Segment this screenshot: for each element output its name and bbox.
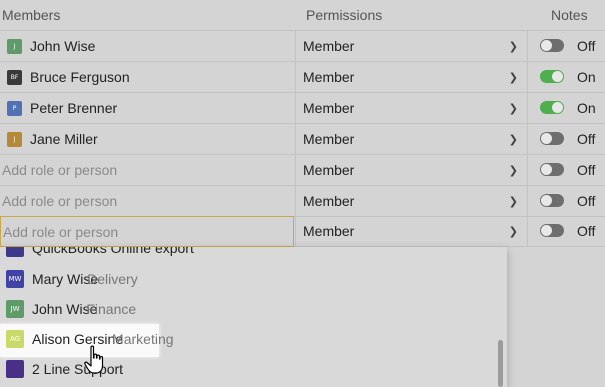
add-member-placeholder: Add role or person [2,193,118,209]
add-member-input[interactable]: Add role or person [0,155,294,185]
chevron-down-icon: ❯ [508,102,518,115]
suggestion-department: Marketing [112,331,174,347]
permissions-column-header: Permissions [306,7,383,23]
table-row: J John Wise Member ❯ Off [0,31,605,62]
member-suggestions-dropdown: QuickBooks Online export MW Mary Wise De… [0,247,507,387]
notes-toggle[interactable] [540,70,564,83]
notes-toggle[interactable] [540,101,564,114]
member-cell[interactable]: J Jane Miller [0,124,294,154]
notes-toggle[interactable] [540,163,564,176]
notes-toggle[interactable] [540,132,564,145]
chevron-down-icon: ❯ [508,40,518,53]
table-row: Add role or person Member ❯ Off [0,155,605,186]
avatar: JW [6,300,24,318]
permission-value: Member [303,162,355,178]
suggestion-department: Delivery [87,271,138,287]
suggestion-department: Finance [86,301,137,317]
chevron-down-icon: ❯ [508,225,518,238]
permission-value: Member [303,100,355,116]
notes-toggle-label: On [577,100,596,116]
avatar: J [7,131,22,147]
table-row: P Peter Brenner Member ❯ On [0,93,605,124]
notes-toggle-label: Off [577,162,596,178]
chevron-down-icon: ❯ [508,71,518,84]
table-row: BF Bruce Ferguson Member ❯ On [0,62,605,93]
list-item[interactable]: AG Alison Gersine Marketing [0,324,495,357]
group-icon [6,360,24,378]
permission-value: Member [303,193,355,209]
chevron-down-icon: ❯ [508,164,518,177]
permission-select[interactable]: Member ❯ [295,124,528,154]
dropdown-scrollbar[interactable] [498,340,503,387]
members-column-header: Members [2,7,61,23]
notes-toggle-label: Off [577,223,596,239]
notes-toggle[interactable] [540,39,564,52]
table-row: Add role or person Member ❯ Off [0,216,605,247]
member-cell[interactable]: BF Bruce Ferguson [0,62,294,92]
permission-value: Member [303,223,355,239]
add-member-placeholder: Add role or person [3,223,119,240]
member-name: Jane Miller [30,131,98,147]
member-cell[interactable]: J John Wise [0,31,294,61]
notes-toggle[interactable] [540,194,564,207]
list-item[interactable]: MW Mary Wise Delivery [0,264,495,294]
notes-toggle-label: Off [577,131,596,147]
member-cell[interactable]: P Peter Brenner [0,93,294,123]
avatar: MW [6,270,24,288]
suggestion-name: Alison Gersine [32,331,124,347]
permission-select[interactable]: Member ❯ [295,93,528,123]
list-item[interactable]: JW John Wise Finance [0,294,495,324]
list-item[interactable]: QuickBooks Online export [0,247,495,263]
permission-select[interactable]: Member ❯ [295,155,528,185]
suggestion-name: 2 Line Support [32,361,124,377]
member-name: Bruce Ferguson [30,69,130,85]
table-row: J Jane Miller Member ❯ Off [0,124,605,155]
notes-toggle-label: Off [577,38,596,54]
add-member-input[interactable]: Add role or person [0,186,294,216]
table-row: Add role or person Member ❯ Off [0,186,605,217]
chevron-down-icon: ❯ [508,133,518,146]
table-header: Members Permissions Notes [0,0,605,31]
notes-column-header: Notes [551,7,588,23]
member-name: Peter Brenner [30,100,118,116]
avatar: AG [6,330,24,348]
permission-select[interactable]: Member ❯ [295,216,528,246]
group-icon [6,247,24,257]
notes-toggle-label: Off [577,193,596,209]
permission-value: Member [303,131,355,147]
avatar: P [7,100,22,116]
list-item[interactable]: 2 Line Support [0,354,495,384]
member-name: John Wise [30,38,96,54]
permission-value: Member [303,38,355,54]
suggestion-name: QuickBooks Online export [32,247,194,256]
avatar: J [7,38,22,54]
chevron-down-icon: ❯ [508,195,518,208]
notes-toggle-label: On [577,69,596,85]
avatar: BF [7,69,22,85]
permission-select[interactable]: Member ❯ [295,62,528,92]
notes-toggle[interactable] [540,224,564,237]
permission-select[interactable]: Member ❯ [295,186,528,216]
permission-select[interactable]: Member ❯ [295,31,528,61]
add-member-input[interactable]: Add role or person [0,216,294,247]
permission-value: Member [303,69,355,85]
add-member-placeholder: Add role or person [2,162,118,178]
hand-cursor-icon [84,345,104,374]
